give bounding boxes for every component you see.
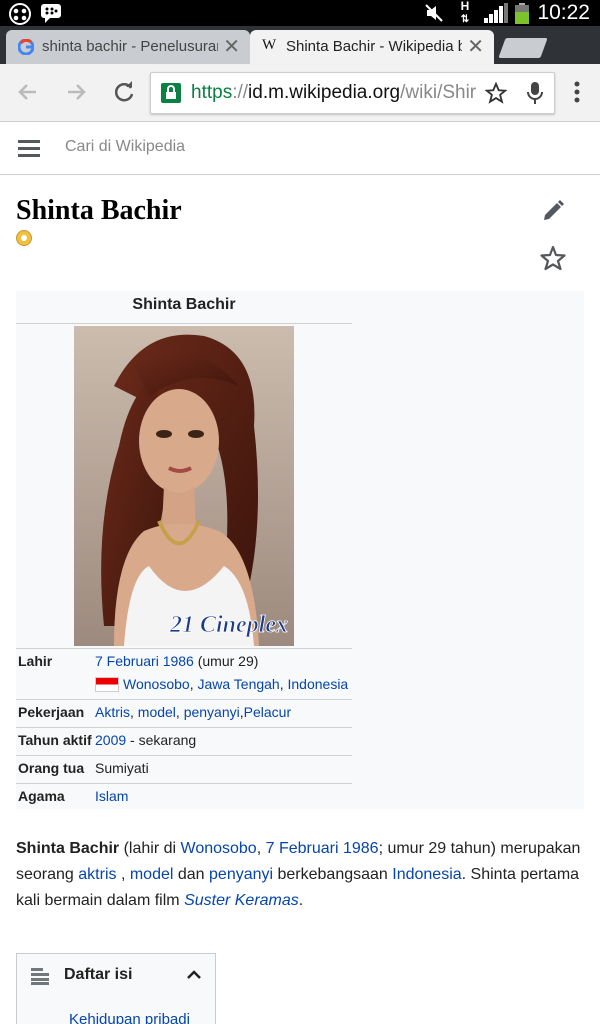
close-tab-icon[interactable]: ✕ xyxy=(223,34,240,59)
toc-list-icon xyxy=(31,968,49,985)
infobox-title: Shinta Bachir xyxy=(132,296,236,313)
wiki-header: Cari di Wikipedia xyxy=(0,122,600,175)
new-tab-button[interactable] xyxy=(498,38,548,58)
separator-comma: , xyxy=(189,676,194,692)
divider xyxy=(16,699,352,700)
value-lahir-date: 7 Februari 1986 (umur 29) xyxy=(95,653,258,669)
link-indonesia[interactable]: Indonesia xyxy=(288,676,349,692)
link-film[interactable]: Suster Keramas xyxy=(184,892,299,909)
toc-title: Daftar isi xyxy=(64,966,133,983)
secure-lock-icon xyxy=(161,83,181,103)
tahun-aktif-suffix: - sekarang xyxy=(126,732,197,748)
back-arrow-icon[interactable] xyxy=(14,78,42,106)
featured-badge-icon[interactable] xyxy=(16,230,32,246)
link-model[interactable]: model xyxy=(130,866,174,883)
link-penyanyi[interactable]: penyanyi xyxy=(184,704,240,720)
indonesia-flag-icon xyxy=(95,677,119,692)
value-agama: Islam xyxy=(95,788,128,804)
link-islam[interactable]: Islam xyxy=(95,788,128,804)
tab-title: shinta bachir - Penelusuran xyxy=(42,38,218,55)
status-bar: H ⇅ 10:22 xyxy=(0,0,600,26)
tab-google-search[interactable]: shinta bachir - Penelusuran ✕ xyxy=(6,30,250,64)
portrait-photo[interactable]: 21 Cineplex xyxy=(74,326,294,646)
divider xyxy=(16,648,352,649)
link-2009[interactable]: 2009 xyxy=(95,732,126,748)
link-aktris[interactable]: Aktris xyxy=(95,704,130,720)
clock: 10:22 xyxy=(537,1,590,24)
close-tab-icon[interactable]: ✕ xyxy=(467,34,484,59)
bold-name: Shinta Bachir xyxy=(16,840,120,857)
link-model[interactable]: model xyxy=(138,704,176,720)
value-pekerjaan: Aktris, model, penyanyi,Pelacur xyxy=(95,704,292,720)
link-birth-date[interactable]: 7 Februari 1986 xyxy=(266,840,379,857)
edit-pencil-icon[interactable] xyxy=(540,198,566,224)
wiki-search-input[interactable]: Cari di Wikipedia xyxy=(65,138,185,156)
label-tahun-aktif: Tahun aktif xyxy=(18,732,92,748)
value-tahun-aktif: 2009 - sekarang xyxy=(95,732,196,748)
link-aktris[interactable]: aktris xyxy=(78,866,116,883)
link-wonosobo[interactable]: Wonosobo xyxy=(181,840,257,857)
address-bar[interactable]: https://id.m.wikipedia.org/wiki/Shir xyxy=(150,72,555,114)
signal-icon xyxy=(484,3,508,23)
bookmark-star-icon[interactable] xyxy=(485,82,507,104)
portrait-image: 21 Cineplex xyxy=(74,326,294,646)
divider xyxy=(16,755,352,756)
google-favicon xyxy=(18,39,34,55)
table-of-contents: Daftar isi Kehidupan pribadi xyxy=(16,953,216,1024)
link-penyanyi[interactable]: penyanyi xyxy=(209,866,273,883)
link-pelacur[interactable]: Pelacur xyxy=(244,704,291,720)
tab-wikipedia[interactable]: W Shinta Bachir - Wikipedia ba ✕ xyxy=(250,30,494,64)
chevron-up-icon[interactable] xyxy=(185,966,203,984)
bbm-chat-icon xyxy=(41,4,61,23)
link-indonesia[interactable]: Indonesia xyxy=(392,866,461,883)
divider xyxy=(16,727,352,728)
label-orang-tua: Orang tua xyxy=(18,760,85,776)
network-type-label: H xyxy=(460,0,470,13)
lead-paragraph: Shinta Bachir (lahir di Wonosobo, 7 Febr… xyxy=(16,840,581,909)
microphone-icon[interactable] xyxy=(525,81,545,105)
battery-icon xyxy=(515,3,529,24)
mute-icon xyxy=(425,4,443,22)
link-jawa-tengah[interactable]: Jawa Tengah xyxy=(197,676,279,692)
value-orang-tua: Sumiyati xyxy=(95,760,149,776)
url-text: https://id.m.wikipedia.org/wiki/Shir xyxy=(191,82,477,103)
forward-arrow-icon[interactable] xyxy=(62,78,90,106)
overflow-menu-icon[interactable] xyxy=(563,78,591,106)
label-lahir: Lahir xyxy=(18,653,53,669)
blackberry-icon xyxy=(9,3,31,25)
reload-icon[interactable] xyxy=(110,78,138,106)
tab-strip: shinta bachir - Penelusuran ✕ W Shinta B… xyxy=(0,26,600,64)
separator-comma: , xyxy=(279,676,284,692)
label-agama: Agama xyxy=(18,788,65,804)
photo-watermark: 21 Cineplex xyxy=(169,612,288,638)
divider xyxy=(16,783,352,784)
link-wonosobo[interactable]: Wonosobo xyxy=(123,676,190,692)
toc-item[interactable]: Kehidupan pribadi xyxy=(69,1011,190,1024)
hamburger-menu-icon[interactable] xyxy=(18,140,40,158)
link-birth-date[interactable]: 7 Februari 1986 xyxy=(95,653,194,669)
browser-toolbar: https://id.m.wikipedia.org/wiki/Shir xyxy=(0,64,600,122)
page-title: Shinta Bachir xyxy=(16,195,182,226)
age-text: (umur 29) xyxy=(197,653,259,669)
label-pekerjaan: Pekerjaan xyxy=(18,704,85,720)
tab-title: Shinta Bachir - Wikipedia ba xyxy=(286,38,462,55)
watch-star-icon[interactable] xyxy=(539,244,567,272)
wikipedia-favicon: W xyxy=(262,37,277,53)
value-lahir-place: Wonosobo, Jawa Tengah, Indonesia xyxy=(95,676,348,692)
divider xyxy=(16,323,352,324)
network-h-icon: H ⇅ xyxy=(460,0,470,25)
